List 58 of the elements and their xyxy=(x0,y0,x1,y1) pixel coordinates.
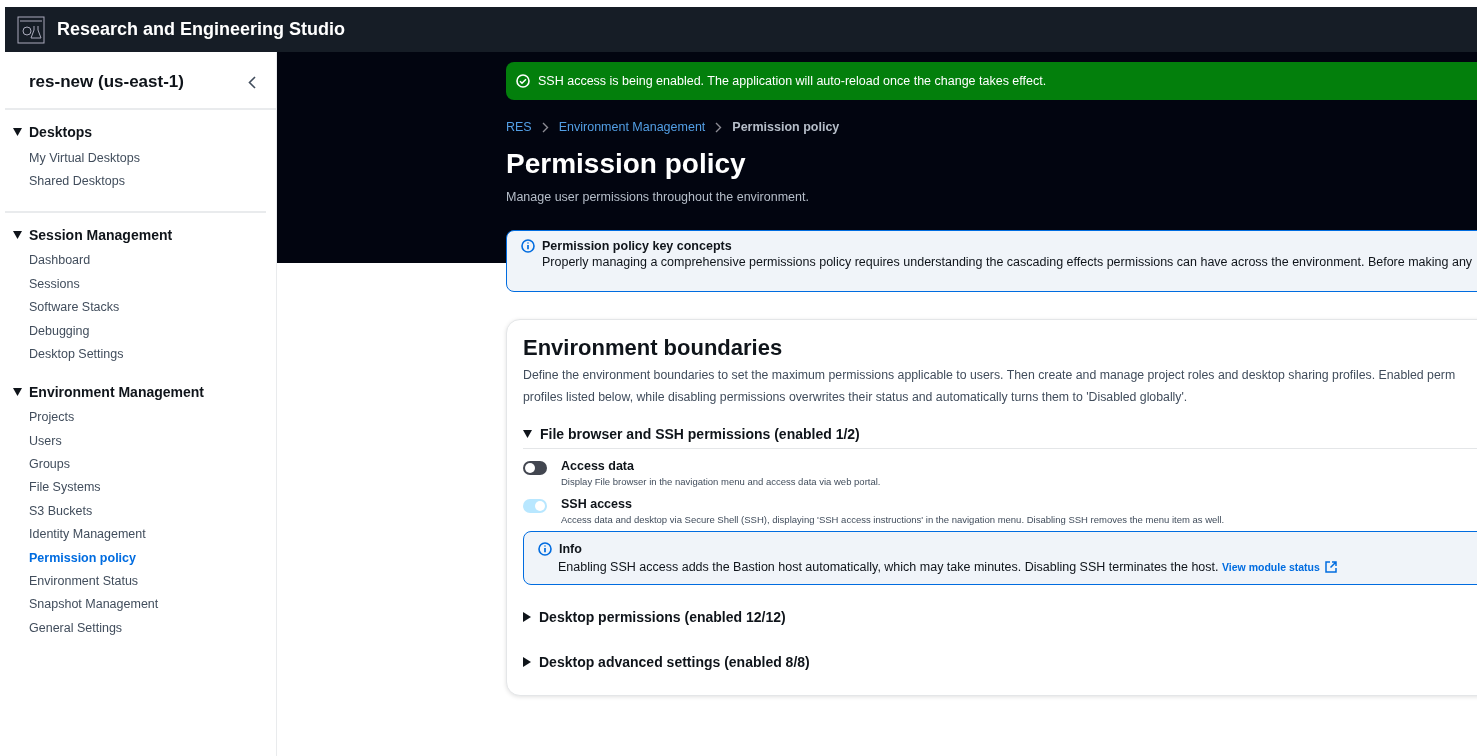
nav-link[interactable]: Identity Management xyxy=(13,522,276,546)
caret-icon xyxy=(523,657,531,667)
nav-link[interactable]: General Settings xyxy=(13,616,276,640)
alert-text: Properly managing a comprehensive permissions policy requires understanding the cascading effects permissions can have across the environment. Before making any xyxy=(542,255,1473,269)
nav-link[interactable]: Snapshot Management xyxy=(13,592,276,616)
nav-link[interactable]: Groups xyxy=(13,452,276,476)
logo-icon xyxy=(17,15,45,44)
page-title: Permission policy xyxy=(506,147,747,181)
setting-label: Access data xyxy=(561,459,635,473)
alert-title: Info xyxy=(559,542,582,556)
breadcrumb-link[interactable]: RES xyxy=(506,120,532,134)
caret-icon xyxy=(13,387,22,396)
nav-link[interactable]: S3 Buckets xyxy=(13,499,276,523)
nav-link[interactable]: My Virtual Desktops xyxy=(13,146,266,170)
flash-message: SSH access is being enabled. The application will auto-reload once the change takes effect. xyxy=(538,74,1047,88)
card-title: Environment boundaries xyxy=(523,334,784,362)
nav-link[interactable]: Sessions xyxy=(13,272,276,296)
setting-description: Display File browser in the navigation menu and access data via web portal. xyxy=(561,476,881,487)
nav-link[interactable]: Software Stacks xyxy=(13,295,276,319)
nav-link[interactable]: Shared Desktops xyxy=(13,169,266,193)
caret-icon xyxy=(523,430,532,438)
card-description-line: profiles listed below, while disabling permissions overwrites their status and automatically turns them to 'Disabled globally'. xyxy=(523,389,1189,406)
chevron-right-icon xyxy=(541,121,549,133)
info-icon xyxy=(538,542,552,556)
nav-link[interactable]: Desktop Settings xyxy=(13,342,276,366)
nav-link[interactable]: Debugging xyxy=(13,318,276,343)
chevron-left-icon[interactable] xyxy=(248,75,256,89)
info-icon xyxy=(521,239,535,253)
nav-link[interactable]: Dashboard xyxy=(13,248,276,273)
nav-link[interactable]: Users xyxy=(13,429,276,453)
nav-link[interactable]: Projects xyxy=(13,405,276,429)
nav-link[interactable]: File Systems xyxy=(13,475,276,500)
external-link-icon xyxy=(1324,561,1337,573)
caret-icon xyxy=(523,612,531,622)
nav-link[interactable]: Environment Status xyxy=(13,569,276,593)
toggle-switch[interactable] xyxy=(523,461,547,475)
section-toggle[interactable]: Desktop permissions (enabled 12/12) xyxy=(523,609,1477,630)
breadcrumb-link[interactable]: Environment Management xyxy=(558,120,706,134)
nav-section-toggle[interactable]: Environment Management xyxy=(13,383,205,400)
chevron-right-icon xyxy=(715,121,723,133)
environment-name: res-new (us-east-1) xyxy=(29,72,184,92)
caret-icon xyxy=(13,230,22,239)
alert-title: Permission policy key concepts xyxy=(542,239,732,253)
setting-description: Access data and desktop via Secure Shell (SSH), displaying 'SSH access instructions' in the navigation menu. Disabling SSH removes the menu item as well. xyxy=(561,514,1225,525)
section-toggle[interactable]: File browser and SSH permissions (enabled 1/2) xyxy=(523,426,1477,449)
setting-label: SSH access xyxy=(561,497,633,511)
card-description-line: Define the environment boundaries to set the maximum permissions applicable to users. Then create and manage project roles and desktop sharing profiles. Enabled perm xyxy=(523,367,1457,384)
module-status-link[interactable]: View module status xyxy=(1222,561,1337,573)
check-circle-icon xyxy=(516,74,530,88)
section-toggle[interactable]: Desktop advanced settings (enabled 8/8) xyxy=(523,654,1477,675)
app-title: Research and Engineering Studio xyxy=(57,19,346,40)
nav-section-toggle[interactable]: Desktops xyxy=(13,124,93,140)
breadcrumb-current: Permission policy xyxy=(732,120,840,134)
caret-icon xyxy=(13,128,22,136)
page-description: Manage user permissions throughout the environment. xyxy=(506,190,810,204)
nav-link[interactable]: Permission policy xyxy=(13,545,276,570)
nav-section-toggle[interactable]: Session Management xyxy=(13,226,173,243)
alert-text: Enabling SSH access adds the Bastion host automatically, which may take minutes. Disabling SSH terminates the host. xyxy=(558,560,1219,574)
